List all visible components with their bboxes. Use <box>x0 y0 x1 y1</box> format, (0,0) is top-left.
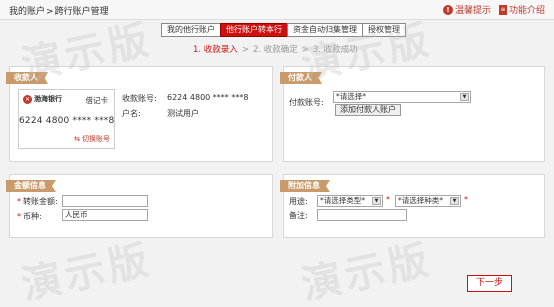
purpose-row: 用途: <box>289 196 308 207</box>
remark-row: 备注: <box>289 210 308 221</box>
amount-row: * 转账金额: <box>17 196 62 207</box>
payee-name-row: 户名: 测试用户 <box>122 108 199 119</box>
chevron-down-icon: ▼ <box>460 93 469 101</box>
tips-link-label: 温馨提示 <box>454 6 491 16</box>
features-link-label: 功能介绍 <box>508 6 545 16</box>
currency-label: 币种: <box>23 212 42 221</box>
remark-input[interactable] <box>317 209 407 221</box>
payee-name-value: 测试用户 <box>167 109 199 118</box>
tab-bar: 我的他行账户 他行账户转本行 资金自动归集管理 授权管理 <box>161 23 406 37</box>
info-icon: ! <box>442 4 453 15</box>
top-bar: 我的账户>跨行账户管理 ! 温馨提示 ≡ 功能介绍 <box>0 0 554 20</box>
step-3: 3. 收款成功 <box>312 45 358 55</box>
top-links: ! 温馨提示 ≡ 功能介绍 <box>442 3 545 16</box>
payer-account-label: 付款账号: <box>289 98 324 107</box>
bank-card: ✕ 渤海银行 借记卡 6224 4800 **** ***8 ⇆ 切换账号 <box>18 89 115 149</box>
add-payer-account-button[interactable]: 添加付款人账户 <box>335 104 401 116</box>
amount-label: 转账金额: <box>23 197 58 206</box>
payee-panel-title: 收款人 <box>6 72 48 84</box>
document-icon: ≡ <box>498 4 507 15</box>
extra-info-panel-title: 附加信息 <box>280 180 330 192</box>
step-2: 2. 收款确定 <box>252 45 298 55</box>
next-button[interactable]: 下一步 <box>467 275 512 292</box>
breadcrumb-root[interactable]: 我的账户 <box>9 7 45 17</box>
chevron-down-icon: ▼ <box>372 197 381 205</box>
step-1: 1. 收款录入 <box>193 45 238 55</box>
step-indicator: 1. 收款录入 >2. 收款确定 >3. 收款成功 <box>193 45 358 55</box>
tips-link[interactable]: ! 温馨提示 <box>442 3 491 16</box>
payer-account-select[interactable]: *请选择* ▼ <box>333 91 471 103</box>
bank-brand: ✕ 渤海银行 <box>23 94 62 104</box>
tab-my-other-bank-accounts[interactable]: 我的他行账户 <box>161 23 221 37</box>
currency-value: 人民币 <box>65 210 88 219</box>
breadcrumb-separator: > <box>46 7 54 17</box>
payee-panel: 收款人 ✕ 渤海银行 借记卡 6224 4800 **** ***8 ⇆ 切换账… <box>6 66 273 162</box>
bank-name: 渤海银行 <box>34 95 62 103</box>
amount-panel-title: 金额信息 <box>6 180 56 192</box>
required-mark: * <box>464 195 468 204</box>
required-mark: * <box>17 197 21 206</box>
amount-input[interactable] <box>62 195 148 207</box>
currency-select[interactable]: 人民币 <box>62 209 148 221</box>
switch-account-label: 切换账号 <box>82 135 110 143</box>
payer-panel-title: 付款人 <box>280 72 322 84</box>
purpose-kind-select[interactable]: *请选择种类* ▼ <box>395 195 461 207</box>
switch-icon: ⇆ <box>74 135 80 143</box>
tab-transfer-to-this-bank[interactable]: 他行账户转本行 <box>220 23 288 37</box>
switch-account-link[interactable]: ⇆ 切换账号 <box>74 134 110 144</box>
purpose-type-select[interactable]: *请选择类型* ▼ <box>317 195 383 207</box>
extra-info-panel: 附加信息 用途: *请选择类型* ▼ * *请选择种类* ▼ * 备注: <box>280 174 545 238</box>
tab-auto-collection[interactable]: 资金自动归集管理 <box>287 23 363 37</box>
required-mark: * <box>17 212 21 221</box>
payee-account-row: 收款账号: 6224 4800 **** ***8 <box>122 93 248 104</box>
payer-account-select-value: *请选择* <box>336 92 366 101</box>
payee-name-label: 户名: <box>122 109 141 118</box>
tab-authorization[interactable]: 授权管理 <box>362 23 406 37</box>
payee-account-value: 6224 4800 **** ***8 <box>167 93 249 102</box>
required-mark: * <box>386 195 390 204</box>
chevron-down-icon: ▼ <box>450 197 459 205</box>
remark-label: 备注: <box>289 211 308 220</box>
currency-row: * 币种: <box>17 211 42 222</box>
purpose-label: 用途: <box>289 197 308 206</box>
watermark: 演示版 <box>297 236 437 307</box>
breadcrumb-current: 跨行账户管理 <box>54 7 109 17</box>
bank-logo-icon: ✕ <box>23 94 32 104</box>
purpose-kind-value: *请选择种类* <box>398 196 443 205</box>
features-link[interactable]: ≡ 功能介绍 <box>498 3 545 16</box>
payer-panel: 付款人 付款账号: *请选择* ▼ 添加付款人账户 <box>280 66 545 162</box>
breadcrumb: 我的账户>跨行账户管理 <box>9 4 109 17</box>
card-type: 借记卡 <box>85 96 109 105</box>
payer-account-row: 付款账号: <box>289 97 328 108</box>
payee-account-label: 收款账号: <box>122 94 157 103</box>
card-number: 6224 4800 **** ***8 <box>19 116 115 126</box>
purpose-type-value: *请选择类型* <box>320 196 365 205</box>
amount-panel: 金额信息 * 转账金额: * 币种: 人民币 <box>6 174 273 238</box>
watermark: 演示版 <box>17 236 157 307</box>
